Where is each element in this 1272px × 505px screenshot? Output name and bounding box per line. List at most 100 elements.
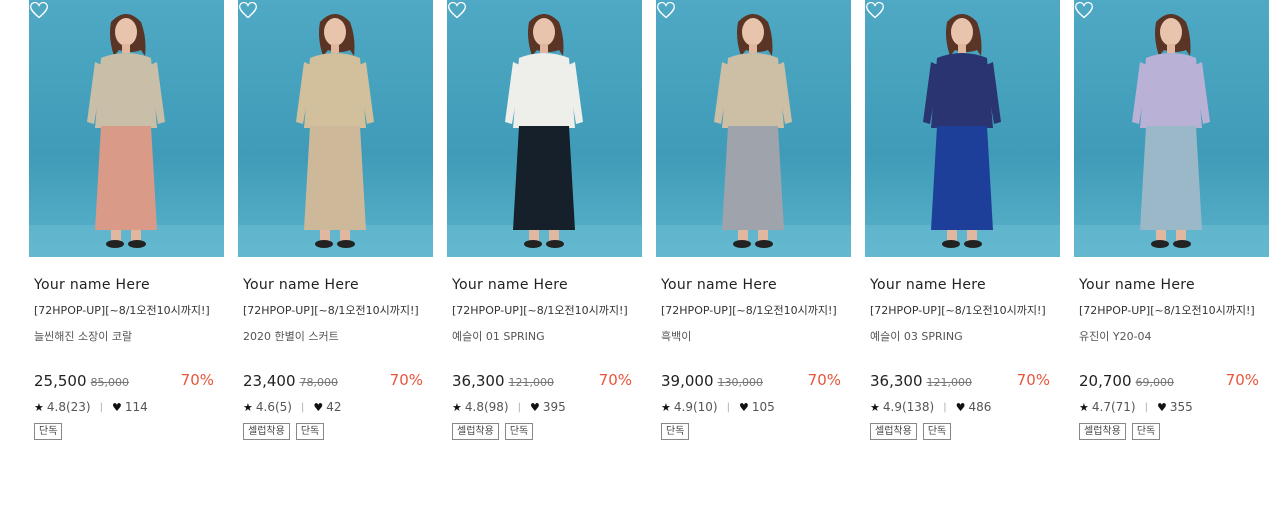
meta-divider: | bbox=[943, 401, 947, 413]
product-image[interactable] bbox=[29, 0, 224, 257]
sale-price: 20,700 bbox=[1079, 372, 1132, 390]
tag-badge: 셀럽착용 bbox=[1079, 423, 1126, 440]
star-icon: ★ bbox=[34, 400, 44, 414]
review-meta: ★ 4.9(138) | ♥ 486 bbox=[870, 400, 1055, 414]
product-info: Your name Here [72HPOP-UP][~8/1오전10시까지!] 흑… bbox=[656, 277, 851, 440]
product-image[interactable] bbox=[447, 0, 642, 257]
product-card[interactable]: Your name Here [72HPOP-UP][~8/1오전10시까지!] 유… bbox=[1074, 0, 1269, 440]
product-card[interactable]: Your name Here [72HPOP-UP][~8/1오전10시까지!] 흑… bbox=[656, 0, 851, 440]
heart-icon: ♥ bbox=[738, 400, 749, 414]
product-image[interactable] bbox=[238, 0, 433, 257]
heart-icon: ♥ bbox=[1156, 400, 1167, 414]
star-icon: ★ bbox=[661, 400, 671, 414]
meta-divider: | bbox=[726, 401, 730, 413]
brand-name[interactable]: Your name Here bbox=[452, 277, 637, 293]
promo-text[interactable]: [72HPOP-UP][~8/1오전10시까지!] bbox=[243, 302, 428, 318]
heart-icon: ♥ bbox=[111, 400, 122, 414]
product-card[interactable]: Your name Here [72HPOP-UP][~8/1오전10시까지!] 예… bbox=[447, 0, 642, 440]
price-row: 23,400 78,000 70% bbox=[243, 371, 428, 391]
model-figure bbox=[1074, 14, 1269, 257]
product-info: Your name Here [72HPOP-UP][~8/1오전10시까지!] 늘… bbox=[29, 277, 224, 440]
wishlist-heart-icon[interactable] bbox=[29, 0, 49, 20]
brand-name[interactable]: Your name Here bbox=[243, 277, 428, 293]
discount-rate: 70% bbox=[598, 371, 632, 389]
wishlist-heart-icon[interactable] bbox=[865, 0, 885, 20]
brand-name[interactable]: Your name Here bbox=[661, 277, 846, 293]
like-count: 114 bbox=[124, 400, 148, 414]
product-image[interactable] bbox=[656, 0, 851, 257]
promo-text[interactable]: [72HPOP-UP][~8/1오전10시까지!] bbox=[870, 302, 1055, 318]
review-meta: ★ 4.8(98) | ♥ 395 bbox=[452, 400, 637, 414]
product-tags: 셀럽착용 단독 bbox=[1079, 423, 1264, 440]
discount-rate: 70% bbox=[1225, 371, 1259, 389]
product-tags: 단독 bbox=[661, 423, 846, 440]
like-count: 486 bbox=[968, 400, 992, 414]
rating-value: 4.6(5) bbox=[255, 400, 292, 414]
brand-name[interactable]: Your name Here bbox=[1079, 277, 1264, 293]
heart-icon: ♥ bbox=[529, 400, 540, 414]
original-price: 69,000 bbox=[1135, 376, 1175, 389]
original-price: 130,000 bbox=[717, 376, 764, 389]
review-meta: ★ 4.6(5) | ♥ 42 bbox=[243, 400, 428, 414]
wishlist-heart-icon[interactable] bbox=[656, 0, 676, 20]
original-price: 121,000 bbox=[508, 376, 555, 389]
price-row: 36,300 121,000 70% bbox=[870, 371, 1055, 391]
product-name[interactable]: 흑백이 bbox=[661, 328, 846, 344]
price-row: 20,700 69,000 70% bbox=[1079, 371, 1264, 391]
rating-value: 4.8(23) bbox=[46, 400, 91, 414]
promo-text[interactable]: [72HPOP-UP][~8/1오전10시까지!] bbox=[34, 302, 219, 318]
price-row: 36,300 121,000 70% bbox=[452, 371, 637, 391]
brand-name[interactable]: Your name Here bbox=[34, 277, 219, 293]
product-card[interactable]: Your name Here [72HPOP-UP][~8/1오전10시까지!] 2… bbox=[238, 0, 433, 440]
wishlist-heart-icon[interactable] bbox=[447, 0, 467, 20]
product-image[interactable] bbox=[1074, 0, 1269, 257]
product-info: Your name Here [72HPOP-UP][~8/1오전10시까지!] 예… bbox=[865, 277, 1060, 440]
model-figure bbox=[238, 14, 433, 257]
product-name[interactable]: 예슬이 01 SPRING bbox=[452, 328, 637, 344]
promo-text[interactable]: [72HPOP-UP][~8/1오전10시까지!] bbox=[661, 302, 846, 318]
rating-value: 4.8(98) bbox=[464, 400, 509, 414]
sale-price: 36,300 bbox=[870, 372, 923, 390]
review-meta: ★ 4.8(23) | ♥ 114 bbox=[34, 400, 219, 414]
product-info: Your name Here [72HPOP-UP][~8/1오전10시까지!] 예… bbox=[447, 277, 642, 440]
product-name[interactable]: 유진이 Y20-04 bbox=[1079, 328, 1264, 344]
tag-badge: 단독 bbox=[34, 423, 63, 440]
promo-text[interactable]: [72HPOP-UP][~8/1오전10시까지!] bbox=[452, 302, 637, 318]
meta-divider: | bbox=[1144, 401, 1148, 413]
tag-badge: 단독 bbox=[504, 423, 534, 440]
model-figure bbox=[447, 14, 642, 257]
wishlist-heart-icon[interactable] bbox=[238, 0, 258, 20]
sale-price: 23,400 bbox=[243, 372, 296, 390]
heart-icon: ♥ bbox=[313, 400, 324, 414]
meta-divider: | bbox=[99, 401, 103, 413]
star-icon: ★ bbox=[243, 400, 253, 414]
sale-price: 39,000 bbox=[661, 372, 714, 390]
product-info: Your name Here [72HPOP-UP][~8/1오전10시까지!] 유… bbox=[1074, 277, 1269, 440]
rating-value: 4.9(10) bbox=[673, 400, 718, 414]
tag-badge: 단독 bbox=[295, 423, 325, 440]
tag-badge: 셀럽착용 bbox=[870, 423, 917, 440]
tag-badge: 셀럽착용 bbox=[452, 423, 499, 440]
wishlist-heart-icon[interactable] bbox=[1074, 0, 1094, 20]
rating-value: 4.7(71) bbox=[1091, 400, 1136, 414]
promo-text[interactable]: [72HPOP-UP][~8/1오전10시까지!] bbox=[1079, 302, 1264, 318]
discount-rate: 70% bbox=[389, 371, 423, 389]
product-image[interactable] bbox=[865, 0, 1060, 257]
product-name[interactable]: 늘씬해진 소장이 코랄 bbox=[34, 328, 219, 344]
product-name[interactable]: 예슬이 03 SPRING bbox=[870, 328, 1055, 344]
product-tags: 셀럽착용 단독 bbox=[870, 423, 1055, 440]
tag-badge: 단독 bbox=[661, 423, 690, 440]
product-card[interactable]: Your name Here [72HPOP-UP][~8/1오전10시까지!] 늘… bbox=[29, 0, 224, 440]
meta-divider: | bbox=[300, 401, 305, 413]
model-figure bbox=[29, 14, 224, 257]
original-price: 78,000 bbox=[299, 376, 339, 389]
price-row: 39,000 130,000 70% bbox=[661, 371, 846, 391]
like-count: 395 bbox=[542, 400, 566, 414]
brand-name[interactable]: Your name Here bbox=[870, 277, 1055, 293]
meta-divider: | bbox=[517, 401, 521, 413]
product-card[interactable]: Your name Here [72HPOP-UP][~8/1오전10시까지!] 예… bbox=[865, 0, 1060, 440]
product-info: Your name Here [72HPOP-UP][~8/1오전10시까지!] 2… bbox=[238, 277, 433, 440]
product-name[interactable]: 2020 한별이 스커트 bbox=[243, 328, 428, 344]
star-icon: ★ bbox=[1079, 400, 1089, 414]
model-figure bbox=[865, 14, 1060, 257]
